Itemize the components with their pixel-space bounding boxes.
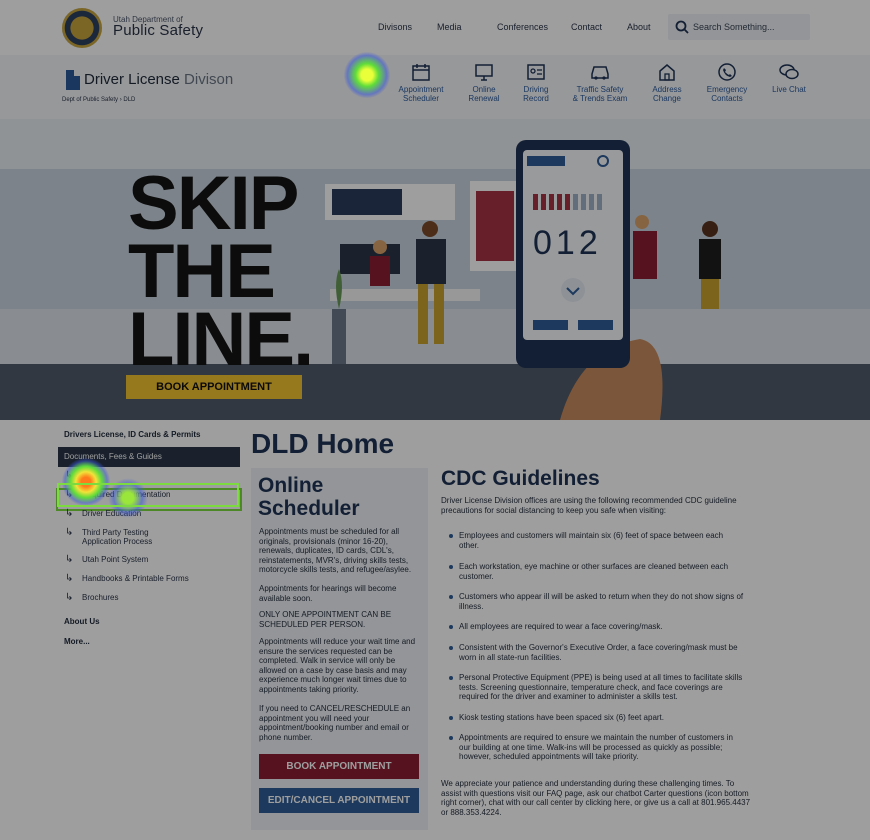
sidebar-subitem-handbooks[interactable]: ↳ Handbooks & Printable Forms — [58, 574, 240, 593]
cdc-intro: Driver License Division offices are usin… — [441, 496, 737, 515]
quick-link-appointment-scheduler[interactable]: Appointment Scheduler — [388, 62, 454, 103]
sidebar-subitem-brochures[interactable]: ↳ Brochures — [58, 593, 240, 612]
breadcrumb-item[interactable]: DLD — [123, 97, 135, 103]
search-icon — [675, 20, 689, 34]
brand-name[interactable]: Public Safety — [113, 22, 203, 39]
list-item: Personal Protective Equipment (PPE) is b… — [449, 673, 745, 702]
scheduler-paragraph: ONLY ONE APPOINTMENT CAN BE SCHEDULED PE… — [259, 610, 392, 629]
hero-headline: SKIP THE LINE. — [128, 161, 314, 382]
arrow-turn-icon: ↳ — [65, 470, 74, 481]
nav-contact[interactable]: Contact — [571, 22, 602, 32]
phone-icon — [718, 63, 736, 81]
quick-link-driving-record[interactable]: Driving Record — [503, 62, 569, 103]
sidebar-nav: Drivers License, ID Cards & Permits Docu… — [56, 425, 242, 652]
arrow-turn-icon: ↳ — [65, 592, 74, 603]
quick-link-label: Appointment Scheduler — [398, 85, 444, 103]
sidebar-subitem-driver-education[interactable]: ↳ Driver Education — [58, 509, 240, 528]
sidebar-item-more[interactable]: More... — [58, 632, 240, 652]
nav-media[interactable]: Media — [437, 22, 462, 32]
quick-link-label: Live Chat — [772, 85, 806, 94]
quick-link-traffic-safety-exam[interactable]: Traffic Safety & Trends Exam — [567, 62, 633, 103]
quick-link-label: Driving Record — [523, 85, 549, 103]
nav-about[interactable]: About — [627, 22, 651, 32]
list-item: Customers who appear ill will be asked t… — [449, 592, 744, 611]
scheduler-paragraph: If you need to CANCEL/RESCHEDULE an appo… — [259, 704, 411, 742]
arrow-turn-icon: ↳ — [65, 508, 74, 519]
edit-cancel-appointment-button[interactable]: EDIT/CANCEL APPOINTMENT — [259, 788, 419, 813]
list-item: Kiosk testing stations have been spaced … — [449, 713, 745, 723]
quick-link-label: Online Renewal — [468, 85, 500, 103]
list-item: Employees and customers will maintain si… — [449, 531, 745, 550]
scheduler-paragraph: Appointments must be scheduled for all o… — [259, 527, 412, 574]
quick-link-label: Traffic Safety & Trends Exam — [572, 85, 628, 103]
book-appointment-button[interactable]: BOOK APPOINTMENT — [259, 754, 419, 779]
site-header: Utah Department of Public Safety Divison… — [0, 0, 870, 55]
list-item: Appointments are required to ensure we m… — [449, 733, 745, 762]
arrow-turn-icon: ↳ — [65, 573, 74, 584]
search-input[interactable]: Search Something... — [693, 22, 775, 32]
sidebar-item-drivers-license[interactable]: Drivers License, ID Cards & Permits — [58, 425, 240, 445]
division-title[interactable]: Driver License Divison — [84, 71, 233, 88]
quick-link-emergency-contacts[interactable]: Emergency Contacts — [694, 62, 760, 103]
arrow-turn-icon: ↳ — [65, 489, 74, 500]
cdc-closing-paragraph: We appreciate your patience and understa… — [441, 779, 751, 817]
sidebar-item-about-us[interactable]: About Us — [58, 612, 240, 632]
chat-icon — [779, 64, 799, 80]
quick-link-live-chat[interactable]: Live Chat — [756, 62, 822, 94]
dps-seal-logo[interactable] — [62, 8, 102, 48]
cdc-guidelines-title: CDC Guidelines — [441, 467, 600, 490]
id-card-icon — [527, 64, 545, 80]
utah-state-icon — [66, 70, 80, 90]
monitor-icon — [475, 64, 493, 81]
sidebar-subitem-third-party-testing[interactable]: ↳ Third Party Testing Application Process — [58, 528, 240, 555]
arrow-turn-icon: ↳ — [65, 527, 74, 538]
online-scheduler-title: Online Scheduler — [258, 474, 360, 520]
list-item: Each workstation, eye machine or other s… — [449, 562, 745, 581]
sidebar-subitem-required-documentation[interactable]: ↳ Required Documentation — [56, 488, 242, 511]
queue-counter: 012 — [533, 224, 602, 262]
list-item: All employees are required to wear a fac… — [449, 622, 745, 632]
car-icon — [591, 66, 609, 80]
home-icon — [659, 64, 675, 81]
sidebar-subitem-fees[interactable]: ↳ Fees — [58, 471, 240, 490]
page-title: DLD Home — [251, 428, 395, 459]
search-box[interactable]: Search Something... — [668, 14, 810, 40]
sidebar-item-documents-fees[interactable]: Documents, Fees & Guides — [58, 447, 240, 467]
scheduler-paragraph: Appointments for hearings will become av… — [259, 584, 397, 603]
nav-conferences[interactable]: Conferences — [497, 22, 548, 32]
sidebar-subitem-utah-point-system[interactable]: ↳ Utah Point System — [58, 555, 240, 574]
list-item: Consistent with the Governor's Executive… — [449, 643, 745, 662]
arrow-turn-icon: ↳ — [65, 554, 74, 565]
quick-link-label: Emergency Contacts — [706, 85, 748, 103]
breadcrumb-item[interactable]: Dept of Public Safety — [62, 97, 118, 103]
hero-book-appointment-button[interactable]: BOOK APPOINTMENT — [126, 375, 302, 399]
breadcrumb: Dept of Public Safety › DLD — [62, 97, 135, 103]
scheduler-paragraph: Appointments will reduce your wait time … — [259, 637, 416, 694]
quick-link-label: Address Change — [652, 85, 682, 103]
quick-link-address-change[interactable]: Address Change — [634, 62, 700, 103]
nav-divisons[interactable]: Divisons — [378, 22, 412, 32]
calendar-icon — [412, 64, 430, 81]
